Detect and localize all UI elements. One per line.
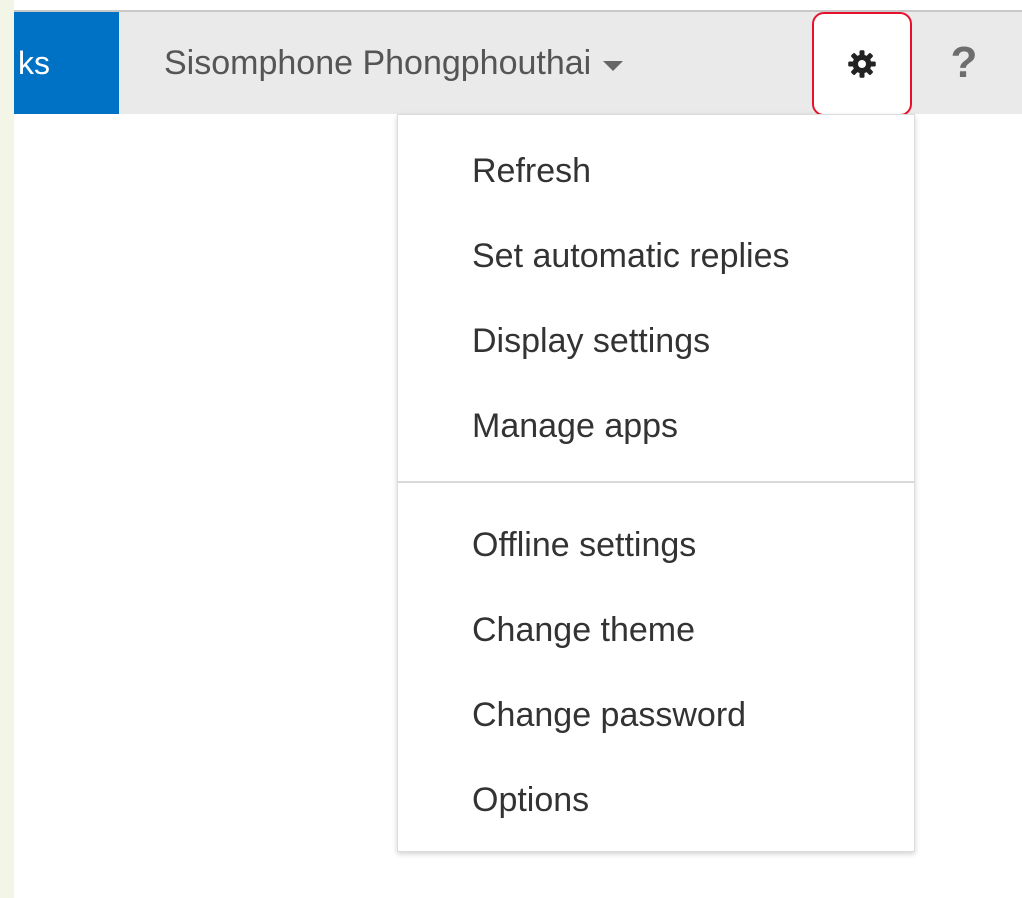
menu-item-set-automatic-replies[interactable]: Set automatic replies <box>398 214 914 298</box>
settings-dropdown-menu: Refresh Set automatic replies Display se… <box>397 114 915 852</box>
menu-item-options[interactable]: Options <box>398 758 914 842</box>
user-account-menu[interactable]: Sisomphone Phongphouthai <box>164 12 624 114</box>
chevron-down-icon <box>603 61 624 71</box>
menu-item-manage-apps[interactable]: Manage apps <box>398 384 914 468</box>
gear-icon <box>848 50 876 78</box>
settings-button[interactable] <box>812 12 912 116</box>
nav-tab-tasks[interactable]: ks <box>14 12 119 114</box>
menu-item-display-settings[interactable]: Display settings <box>398 299 914 383</box>
user-name: Sisomphone Phongphouthai <box>164 43 592 82</box>
top-navigation-bar: ks Sisomphone Phongphouthai ? <box>14 10 1022 116</box>
menu-item-change-theme[interactable]: Change theme <box>398 588 914 672</box>
menu-item-refresh[interactable]: Refresh <box>398 129 914 213</box>
help-button[interactable]: ? <box>934 12 994 114</box>
menu-item-change-password[interactable]: Change password <box>398 673 914 757</box>
menu-divider <box>398 481 914 483</box>
left-edge-strip <box>0 0 14 898</box>
menu-item-offline-settings[interactable]: Offline settings <box>398 503 914 587</box>
